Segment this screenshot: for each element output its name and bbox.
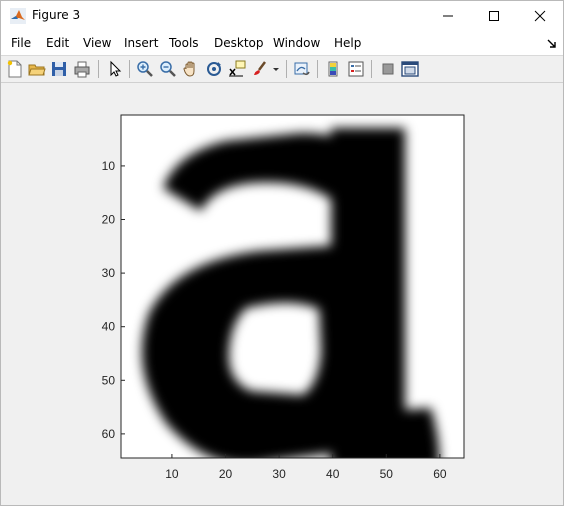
- print-icon[interactable]: [73, 60, 91, 78]
- image-axes[interactable]: 10 20 30 40 50 60 10 20 30 40 50 60: [1, 83, 563, 505]
- colorbar-icon[interactable]: [324, 60, 342, 78]
- figure-canvas[interactable]: 10 20 30 40 50 60 10 20 30 40 50 60: [1, 83, 563, 505]
- y-tick-label: 20: [102, 213, 116, 227]
- pointer-icon[interactable]: [106, 60, 124, 78]
- rotate-3d-icon[interactable]: [205, 60, 223, 78]
- menu-insert[interactable]: Insert: [124, 36, 158, 50]
- figure-toolbar: [1, 56, 563, 83]
- minimize-icon: [443, 15, 453, 17]
- matlab-icon: [10, 8, 26, 24]
- toolbar-separator: [98, 60, 99, 78]
- letter-a-image: [141, 128, 440, 458]
- open-file-icon[interactable]: [28, 60, 46, 78]
- menu-tools[interactable]: Tools: [169, 36, 199, 50]
- menu-view[interactable]: View: [83, 36, 111, 50]
- maximize-button[interactable]: [471, 1, 517, 31]
- menu-desktop[interactable]: Desktop: [214, 36, 264, 50]
- plot-tools-hide-icon[interactable]: [379, 60, 397, 78]
- x-tick-label: 20: [219, 467, 233, 481]
- toolbar-separator: [317, 60, 318, 78]
- menu-edit[interactable]: Edit: [46, 36, 69, 50]
- minimize-button[interactable]: [425, 1, 471, 31]
- figure-window: Figure 3 File Edit View Insert Tools Des…: [0, 0, 564, 506]
- y-tick-label: 10: [102, 159, 116, 173]
- x-tick-label: 60: [433, 467, 447, 481]
- maximize-icon: [489, 11, 499, 21]
- title-bar[interactable]: Figure 3: [1, 1, 563, 31]
- x-tick-label: 50: [380, 467, 394, 481]
- close-button[interactable]: [517, 1, 563, 31]
- y-tick-label: 50: [102, 373, 116, 387]
- link-plot-icon[interactable]: [293, 60, 311, 78]
- menu-window[interactable]: Window: [273, 36, 320, 50]
- zoom-in-icon[interactable]: [136, 60, 154, 78]
- toolbar-separator: [371, 60, 372, 78]
- window-title: Figure 3: [32, 8, 81, 22]
- y-tick-label: 40: [102, 320, 116, 334]
- y-tick-label: 60: [102, 427, 116, 441]
- menu-bar: File Edit View Insert Tools Desktop Wind…: [1, 31, 563, 56]
- menu-file[interactable]: File: [11, 36, 31, 50]
- dock-arrow-icon[interactable]: [547, 39, 557, 49]
- toolbar-separator: [129, 60, 130, 78]
- y-tick-label: 30: [102, 266, 116, 280]
- plot-tools-show-icon[interactable]: [401, 60, 419, 78]
- close-icon: [534, 10, 546, 22]
- pan-icon[interactable]: [182, 60, 200, 78]
- new-figure-icon[interactable]: [6, 60, 24, 78]
- x-tick-label: 30: [272, 467, 286, 481]
- toolbar-separator: [286, 60, 287, 78]
- menu-help[interactable]: Help: [334, 36, 361, 50]
- x-tick-label: 40: [326, 467, 340, 481]
- brush-icon[interactable]: [251, 60, 269, 78]
- zoom-out-icon[interactable]: [159, 60, 177, 78]
- x-tick-label: 10: [165, 467, 179, 481]
- legend-icon[interactable]: [347, 60, 365, 78]
- data-cursor-icon[interactable]: [228, 60, 246, 78]
- save-icon[interactable]: [50, 60, 68, 78]
- brush-dropdown-icon[interactable]: [272, 60, 280, 78]
